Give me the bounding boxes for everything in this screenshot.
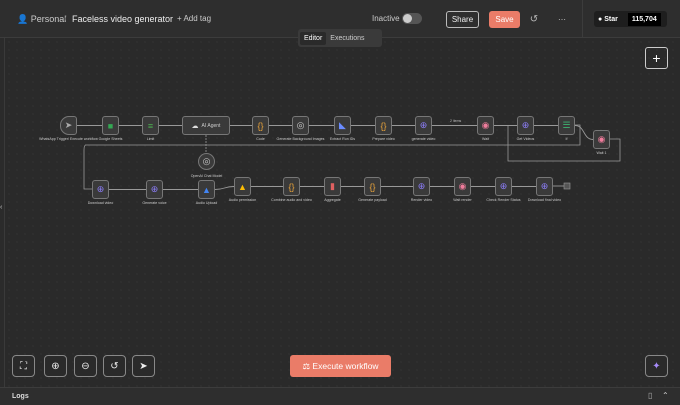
workflow-node[interactable]: ⊕ Generate voice (142, 180, 167, 205)
node-label: Limit (146, 137, 155, 141)
node-label: Download video (87, 201, 114, 205)
logs-label: Logs (12, 393, 29, 400)
cursor-icon: ➤ (64, 120, 73, 130)
workflow-node[interactable]: ☰ If (558, 116, 575, 141)
node-label: Extract Run IDs (329, 137, 356, 141)
node-label: Prepare video (372, 137, 395, 141)
workflow-node[interactable]: ≡ Limit (142, 116, 159, 141)
workflow-node[interactable]: {} Prepare video (372, 116, 395, 141)
execute-label: Execute workflow (312, 361, 379, 371)
workflow-node[interactable]: ⊕ Download video (88, 180, 113, 205)
workflow-node[interactable]: ⊕ Download final video (528, 177, 561, 202)
workflow-node[interactable]: ◉ Wait (477, 116, 494, 141)
globe-icon: ⊕ (419, 120, 428, 130)
node-label: Generate Background Images (276, 137, 325, 141)
edge-item-count: 2 items (450, 119, 462, 123)
node-label: generate video (411, 137, 436, 141)
drive-icon: ▲ (202, 184, 211, 195)
robot-icon: ☁ (191, 122, 199, 130)
connection (574, 125, 594, 140)
aggregate-icon: ▮ (330, 181, 335, 191)
code-icon: {} (380, 120, 387, 131)
node-label: Code (256, 137, 265, 141)
ai-assistant-sparkle-icon[interactable]: ✦ (645, 355, 668, 377)
workflow-node[interactable]: ◣ Extract Run IDs (330, 116, 355, 141)
workflow-node[interactable]: ⊕ Get Videos (517, 116, 534, 141)
node-label: AI Agent (201, 122, 221, 129)
execute-workflow-button[interactable]: ⚖ Execute workflow (290, 355, 391, 377)
workflow-node[interactable]: ⊕ generate video (412, 116, 435, 141)
code-icon: {} (369, 181, 376, 192)
zoom-out-icon[interactable]: ⊖ (74, 355, 97, 377)
node-label: Wait render (453, 198, 472, 202)
logs-popout-icon[interactable]: ▯ (648, 391, 652, 400)
workflow-node[interactable]: ➤ WhatsApp Trigger/ Execute workflow (39, 116, 98, 141)
limit-icon: ≡ (147, 120, 154, 131)
code-icon: {} (288, 181, 295, 192)
workflow-node[interactable]: ◎ OpenAI Chat Model (191, 153, 222, 178)
node-label: Generate voice (142, 201, 167, 205)
workflow-node[interactable]: {} Combine audio and video (271, 177, 312, 202)
if-icon: ☰ (562, 120, 571, 130)
chevron-up-icon[interactable]: ⌃ (662, 391, 669, 400)
node-label: Audio permission (228, 198, 257, 202)
node-label: Get Videos (516, 137, 535, 141)
logs-panel-bar[interactable]: Logs ▯ ⌃ (0, 387, 680, 405)
globe-icon: ⊕ (540, 181, 549, 191)
code-icon: {} (257, 120, 264, 131)
extract-icon: ◣ (339, 120, 346, 130)
workflow-node[interactable]: ▲ Audio Upload (196, 180, 217, 205)
node-label: Google Sheets (98, 137, 123, 141)
connection (214, 186, 235, 190)
workflow-node[interactable]: ▲ Audio permission (229, 177, 256, 202)
globe-icon: ⊕ (521, 120, 530, 130)
node-label: Audio Upload (195, 201, 218, 205)
workflow-node[interactable]: ☁ AI Agent (182, 116, 230, 135)
wait-icon: ◉ (458, 181, 467, 191)
sheets-icon: ■ (107, 120, 114, 131)
zoom-in-icon[interactable]: ⊕ (44, 355, 67, 377)
globe-icon: ⊕ (96, 184, 105, 194)
node-label: Wait 1 (596, 151, 607, 155)
pointer-tool-icon[interactable]: ➤ (132, 355, 155, 377)
wait-icon: ◉ (597, 134, 606, 144)
workflow-node[interactable]: ◉ Wait 1 (593, 130, 610, 155)
globe-icon: ⊕ (417, 181, 426, 191)
node-label: Aggregate (324, 198, 341, 202)
node-label: If (565, 137, 568, 141)
openai-icon: ◎ (202, 156, 211, 166)
node-label: Combine audio and video (271, 198, 312, 202)
node-label: Check Render Status (486, 198, 521, 202)
node-label: Wait (481, 137, 490, 141)
node-label: Render video (410, 198, 433, 202)
node-label: Generate payload (358, 198, 387, 202)
workflow-node[interactable]: ◎ Generate Background Images (277, 116, 324, 141)
openai-icon: ◎ (296, 120, 305, 130)
fit-view-icon[interactable]: ⛶ (12, 355, 35, 377)
flask-icon: ⚖ (302, 360, 313, 371)
wait-icon: ◉ (481, 120, 490, 130)
node-label: OpenAI Chat Model (190, 174, 223, 178)
workflow-node[interactable]: {} Code (252, 116, 269, 141)
workflow-node[interactable]: {} Generate payload (358, 177, 387, 202)
workflow-node[interactable]: ◉ Wait render (453, 177, 472, 202)
workflow-node[interactable]: ⊕ Check Render Status (486, 177, 521, 202)
end-handle (563, 182, 571, 190)
globe-icon: ⊕ (150, 184, 159, 194)
node-label: Download final video (527, 198, 562, 202)
drive-icon: ▲ (238, 181, 247, 192)
reset-zoom-icon[interactable]: ↺ (103, 355, 126, 377)
workflow-node[interactable]: ■ Google Sheets (99, 116, 122, 141)
workflow-node[interactable]: ▮ Aggregate (324, 177, 341, 202)
globe-icon: ⊕ (499, 181, 508, 191)
node-label: WhatsApp Trigger/ Execute workflow (39, 137, 98, 141)
workflow-node[interactable]: ⊕ Render video (411, 177, 432, 202)
